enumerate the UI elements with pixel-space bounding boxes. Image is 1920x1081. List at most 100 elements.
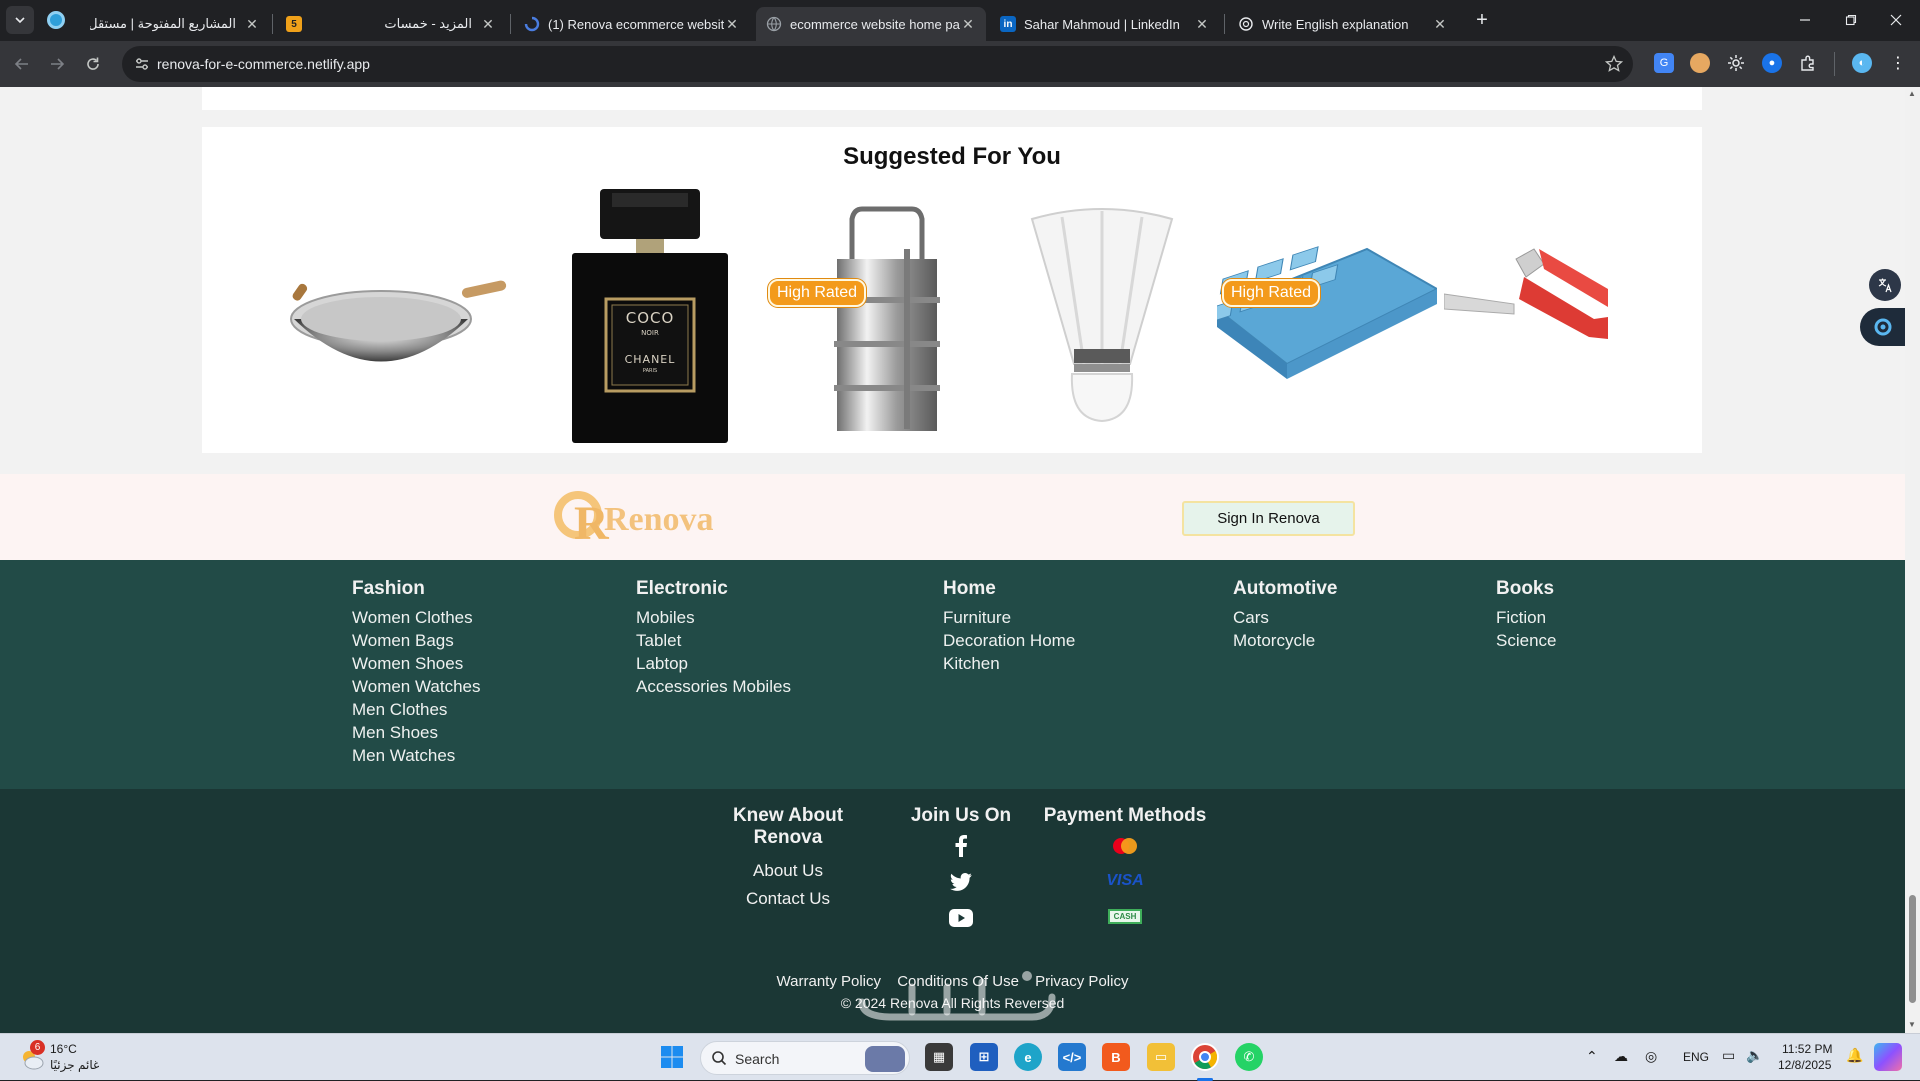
forward-arrow-icon[interactable]: [43, 50, 71, 78]
category-link[interactable]: Women Watches: [352, 675, 481, 698]
scroll-down-arrow-icon[interactable]: ▼: [1908, 1020, 1916, 1029]
blue-extension-icon[interactable]: ●: [1762, 53, 1782, 73]
notification-bell-icon[interactable]: 🔔: [1846, 1047, 1863, 1064]
puzzle-extensions-icon[interactable]: [1798, 53, 1818, 73]
category-link[interactable]: Fiction: [1496, 606, 1556, 629]
close-icon[interactable]: ✕: [960, 16, 976, 33]
category-link[interactable]: Mobiles: [636, 606, 791, 629]
tab-linkedin-profile[interactable]: in Sahar Mahmoud | LinkedIn ✕: [990, 7, 1220, 41]
category-link[interactable]: Furniture: [943, 606, 1075, 629]
close-icon[interactable]: ✕: [480, 16, 496, 33]
renova-logo[interactable]: R Renova: [552, 491, 732, 550]
microsoft-store-icon[interactable]: ⊞: [970, 1043, 998, 1071]
reload-icon[interactable]: [79, 50, 107, 78]
facebook-icon[interactable]: [948, 835, 974, 857]
pinned-tab-icon[interactable]: [47, 11, 65, 29]
khamsat-icon: 5: [286, 16, 302, 32]
avatar-extension-icon[interactable]: [1690, 53, 1710, 73]
category-link[interactable]: Tablet: [636, 629, 791, 652]
clock-date[interactable]: 12/8/2025: [1778, 1058, 1831, 1072]
tab-search-chevron-icon[interactable]: [6, 6, 34, 34]
window-close-icon[interactable]: [1876, 6, 1916, 34]
product-card-shuttlecock[interactable]: [1022, 189, 1182, 443]
category-link[interactable]: Decoration Home: [943, 629, 1075, 652]
location-icon[interactable]: ◎: [1645, 1048, 1657, 1065]
network-icon[interactable]: ▭: [1722, 1047, 1735, 1064]
product-card-wok[interactable]: [286, 189, 516, 443]
tab-separator: [510, 14, 511, 34]
volume-icon[interactable]: 🔈: [1746, 1047, 1763, 1064]
minimize-icon[interactable]: [1785, 6, 1825, 34]
page-scrollbar[interactable]: ▲ ▼: [1905, 87, 1920, 1033]
task-view-icon[interactable]: ▦: [925, 1043, 953, 1071]
about-us-link[interactable]: About Us: [698, 857, 878, 885]
category-link[interactable]: Accessories Mobiles: [636, 675, 791, 698]
visa-icon: VISA: [1106, 870, 1143, 892]
restore-icon[interactable]: [1831, 6, 1871, 34]
gear-extension-icon[interactable]: [1726, 53, 1746, 73]
more-menu-icon[interactable]: ⋮: [1888, 53, 1908, 73]
category-link[interactable]: Women Shoes: [352, 652, 481, 675]
profile-avatar[interactable]: ◐: [1852, 53, 1872, 73]
address-bar[interactable]: renova-for-e-commerce.netlify.app: [122, 46, 1633, 82]
payment-title: Payment Methods: [1043, 805, 1207, 826]
search-highlight-image: [865, 1046, 905, 1072]
bookmark-star-icon[interactable]: [1604, 54, 1624, 78]
sign-in-button[interactable]: Sign In Renova: [1182, 501, 1355, 536]
taskbar-search[interactable]: Search: [700, 1041, 910, 1075]
product-card-tongs[interactable]: [1444, 189, 1608, 443]
twitter-icon[interactable]: [948, 871, 974, 893]
copilot-icon[interactable]: [1874, 1043, 1902, 1071]
youtube-icon[interactable]: [948, 907, 974, 929]
category-link[interactable]: Science: [1496, 629, 1556, 652]
category-link[interactable]: Women Clothes: [352, 606, 481, 629]
tab-khamsat[interactable]: 5 المزيد - خمسات ✕: [276, 7, 506, 41]
close-icon[interactable]: ✕: [1194, 16, 1210, 33]
weather-text: غائم جزئيًا: [50, 1058, 100, 1072]
windows-start-icon[interactable]: [658, 1043, 686, 1071]
category-link[interactable]: Motorcycle: [1233, 629, 1338, 652]
category-link[interactable]: Men Clothes: [352, 698, 481, 721]
tab-title: Write English explanation: [1262, 16, 1409, 32]
scrollbar-thumb[interactable]: [1909, 895, 1916, 1003]
category-link[interactable]: Kitchen: [943, 652, 1075, 675]
file-explorer-icon[interactable]: ▭: [1147, 1043, 1175, 1071]
category-link[interactable]: Men Watches: [352, 744, 481, 767]
shuttlecock-icon: [1030, 208, 1174, 423]
category-link[interactable]: Labtop: [636, 652, 791, 675]
category-link[interactable]: Women Bags: [352, 629, 481, 652]
product-card-perfume[interactable]: COCO NOIR CHANEL PARIS: [572, 189, 728, 443]
google-translate-extension-icon[interactable]: G: [1654, 53, 1674, 73]
site-info-icon[interactable]: [134, 56, 150, 77]
translate-float-icon[interactable]: [1869, 269, 1901, 301]
back-arrow-icon[interactable]: [8, 50, 36, 78]
weather-badge: 6: [30, 1040, 45, 1055]
new-tab-button[interactable]: +: [1462, 6, 1502, 34]
whatsapp-icon[interactable]: ✆: [1235, 1043, 1263, 1071]
chrome-icon[interactable]: [1191, 1043, 1219, 1071]
edge-browser-icon[interactable]: e: [1014, 1043, 1042, 1071]
tray-chevron-up-icon[interactable]: ⌃: [1586, 1048, 1598, 1065]
product-card-ice-tray[interactable]: [1184, 189, 1440, 443]
vscode-icon[interactable]: </>: [1058, 1043, 1086, 1071]
brave-browser-icon[interactable]: B: [1102, 1043, 1130, 1071]
close-icon[interactable]: ✕: [244, 16, 260, 33]
category-link[interactable]: Men Shoes: [352, 721, 481, 744]
language-indicator[interactable]: ENG: [1683, 1050, 1709, 1064]
close-icon[interactable]: ✕: [724, 16, 740, 33]
clock-time[interactable]: 11:52 PM: [1782, 1042, 1832, 1056]
contact-us-link[interactable]: Contact Us: [698, 885, 878, 913]
product-card-tiffin[interactable]: [782, 189, 982, 443]
tab-mostaql[interactable]: المشاريع المفتوحة | مستقل ✕: [80, 7, 270, 41]
category-link[interactable]: Cars: [1233, 606, 1338, 629]
tab-ecommerce-home-active[interactable]: ecommerce website home page ✕: [756, 7, 986, 41]
suggested-section: Suggested For You COCO NOIR CHANEL PARIS…: [202, 127, 1702, 453]
tab-renova-linkedin-post[interactable]: (1) Renova ecommerce website ✕: [514, 7, 750, 41]
scroll-up-arrow-icon[interactable]: ▲: [1908, 89, 1916, 98]
onedrive-offline-icon[interactable]: ☁: [1614, 1048, 1628, 1065]
category-automotive: Automotive Cars Motorcycle: [1233, 578, 1338, 652]
tab-chatgpt[interactable]: Write English explanation ✕: [1228, 7, 1458, 41]
url-text: renova-for-e-commerce.netlify.app: [157, 56, 370, 72]
close-icon[interactable]: ✕: [1432, 16, 1448, 33]
assistant-float-icon[interactable]: [1860, 308, 1905, 346]
